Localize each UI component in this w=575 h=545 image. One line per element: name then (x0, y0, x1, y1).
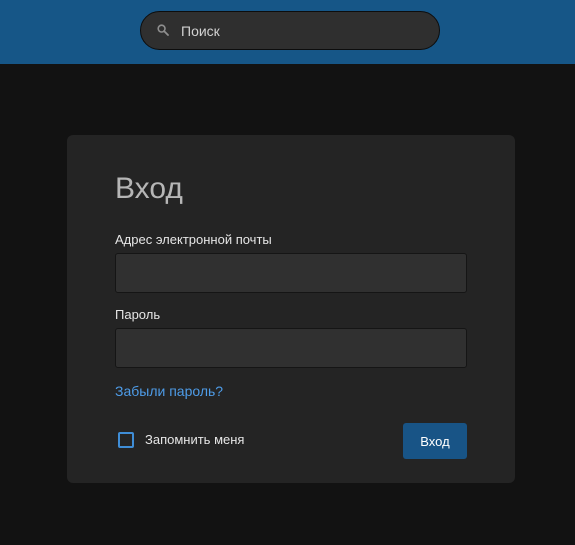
remember-me[interactable]: Запомнить меня (118, 432, 244, 448)
login-button[interactable]: Вход (403, 423, 467, 459)
password-field[interactable] (115, 328, 467, 368)
search-icon (157, 24, 169, 36)
remember-me-label: Запомнить меня (145, 432, 245, 447)
email-label: Адрес электронной почты (115, 232, 272, 247)
search-input[interactable] (181, 12, 426, 49)
top-bar (0, 0, 575, 64)
forgot-password-link[interactable]: Забыли пароль? (115, 383, 223, 399)
password-label: Пароль (115, 307, 161, 322)
login-title: Вход (115, 172, 183, 205)
remember-me-checkbox[interactable] (118, 432, 134, 448)
login-card: Вход Адрес электронной почты Пароль Забы… (67, 135, 515, 483)
search-box[interactable] (140, 11, 440, 50)
email-field[interactable] (115, 253, 467, 293)
